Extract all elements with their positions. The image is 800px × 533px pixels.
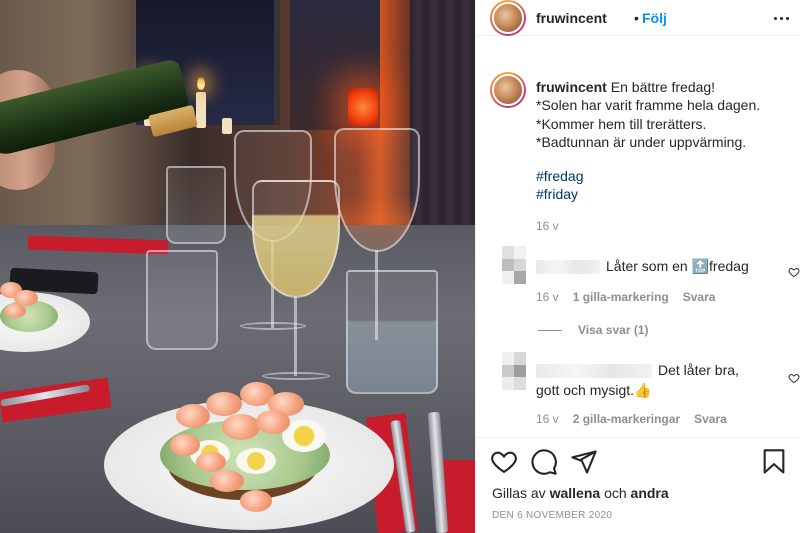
comment-icon[interactable]	[530, 448, 558, 476]
comment-meta: 16 v 2 gilla-markeringar Svara	[536, 412, 727, 426]
author-username[interactable]: fruwincent	[536, 10, 607, 26]
caption-line: *Badtunnan är under uppvärming.	[536, 133, 747, 150]
post-side-panel: fruwincent • Följ fruwincent En bättre fr…	[475, 0, 800, 533]
liked-by-user[interactable]: wallena	[550, 485, 601, 501]
photo-shrimp	[240, 490, 272, 512]
follow-button[interactable]: Följ	[642, 10, 667, 26]
comment-heart-icon[interactable]	[788, 372, 800, 384]
likes-summary: Gillas av wallena och andra	[492, 485, 669, 501]
comment-heart-icon[interactable]	[788, 266, 800, 278]
caption-line: *Solen har varit framme hela dagen.	[536, 97, 761, 114]
post-header: fruwincent • Följ	[476, 0, 800, 36]
photo-shrimp	[210, 470, 244, 492]
photo-egg	[236, 448, 276, 474]
liked-by-others[interactable]: andra	[631, 485, 669, 501]
commenter-username[interactable]	[536, 260, 600, 275]
separator-dot: •	[634, 10, 639, 26]
instagram-post: fruwincent • Följ fruwincent En bättre fr…	[0, 0, 800, 533]
comment-likes[interactable]: 1 gilla-markering	[573, 290, 669, 304]
reply-button[interactable]: Svara	[694, 412, 727, 426]
photo-candle	[196, 92, 206, 128]
comment-timestamp[interactable]: 16 v	[536, 412, 559, 426]
bookmark-icon[interactable]	[760, 448, 788, 476]
post-actions: Gillas av wallena och andra DEN 6 NOVEMB…	[476, 437, 800, 533]
photo-wine-glass-base	[262, 372, 330, 380]
caption-line: *Kommer hem till trerätters.	[536, 115, 707, 132]
post-photo[interactable]	[0, 0, 475, 533]
top-emoji-icon: 🔝	[691, 258, 710, 274]
caption-line: En bättre fredag!	[610, 79, 716, 95]
photo-small-glass	[166, 166, 226, 244]
commenter-username[interactable]	[536, 364, 652, 379]
comment-text: Låter som en 🔝fredag	[536, 256, 749, 276]
commenter-avatar[interactable]	[502, 246, 526, 284]
caption-username[interactable]: fruwincent	[536, 79, 607, 95]
photo-wine-glass-stem	[375, 250, 378, 340]
caption-timestamp[interactable]: 16 v	[536, 219, 559, 233]
comment-text: Det låter bra, gott och mysigt.👍	[536, 362, 739, 398]
photo-shrimp	[222, 414, 260, 440]
hashtag-link[interactable]: #friday	[536, 185, 798, 203]
photo-shrimp	[206, 392, 242, 416]
share-icon[interactable]	[570, 448, 598, 476]
photo-shrimp	[176, 404, 210, 428]
comment-likes[interactable]: 2 gilla-markeringar	[573, 412, 680, 426]
photo-red-lamp	[348, 88, 378, 126]
photo-shrimp	[4, 304, 26, 318]
caption-text: fruwincent En bättre fredag! *Solen har v…	[536, 78, 798, 204]
comment-meta: 16 v 1 gilla-markering Svara	[536, 290, 715, 304]
photo-shrimp	[196, 452, 226, 472]
photo-wine-glass-stem	[294, 296, 297, 376]
photo-shrimp	[256, 410, 290, 434]
photo-shrimp	[170, 434, 200, 456]
photo-water-glass	[346, 270, 438, 394]
more-options-icon[interactable]	[774, 10, 790, 26]
comment-timestamp[interactable]: 16 v	[536, 290, 559, 304]
photo-curtain	[410, 0, 475, 260]
heart-icon[interactable]	[490, 448, 518, 476]
thumbs-up-emoji-icon: 👍	[634, 382, 652, 398]
photo-candle	[222, 118, 232, 134]
author-avatar[interactable]	[490, 0, 526, 36]
reply-button[interactable]: Svara	[683, 290, 716, 304]
caption-avatar[interactable]	[490, 72, 526, 108]
hashtag-link[interactable]: #fredag	[536, 167, 798, 185]
photo-water-glass	[146, 250, 218, 350]
photo-candle-flame	[197, 76, 205, 90]
commenter-avatar[interactable]	[502, 352, 526, 390]
view-replies-button[interactable]: Visa svar (1)	[538, 323, 649, 337]
post-date[interactable]: DEN 6 NOVEMBER 2020	[492, 510, 612, 521]
